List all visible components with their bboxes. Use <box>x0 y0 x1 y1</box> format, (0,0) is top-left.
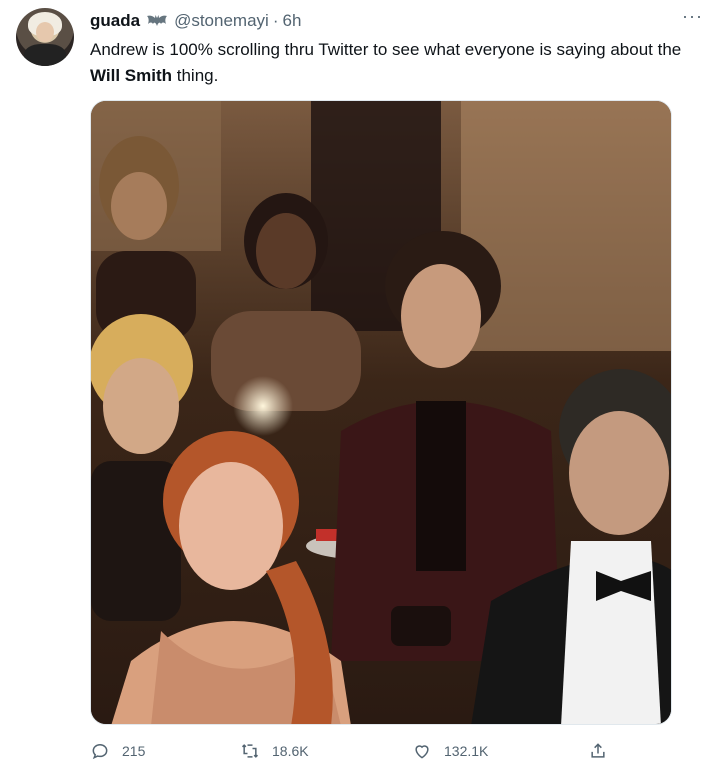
bat-emoji-icon <box>146 13 168 29</box>
reply-icon <box>92 743 108 760</box>
tweet-text-bold: Will Smith <box>90 66 173 85</box>
reply-count: 215 <box>122 743 146 759</box>
retweet-icon <box>241 744 259 758</box>
tweet-text-part: Andrew is 100% scrolling thru Twitter to… <box>90 40 682 59</box>
like-button[interactable]: 132.1K <box>412 736 488 766</box>
separator-dot: · <box>272 11 279 30</box>
retweet-count: 18.6K <box>272 743 309 759</box>
tweet-text-end: thing. <box>172 66 219 85</box>
display-name[interactable]: guada <box>90 11 140 31</box>
like-count: 132.1K <box>444 743 489 759</box>
heart-icon <box>415 745 429 759</box>
tweet-timestamp[interactable]: 6h <box>282 11 301 31</box>
avatar[interactable] <box>16 8 74 66</box>
avatar-body <box>24 44 66 66</box>
tweet-header: guada @stonemayi · 6h <box>90 10 301 32</box>
tweet-photo[interactable] <box>90 100 672 725</box>
reply-button[interactable]: 215 <box>90 736 145 766</box>
retweet-button[interactable]: 18.6K <box>240 736 309 766</box>
more-options-icon[interactable]: ··· <box>682 7 704 30</box>
tweet-actions: 215 18.6K 132.1K <box>90 736 630 766</box>
tweet-text: Andrew is 100% scrolling thru Twitter to… <box>90 37 710 89</box>
share-icon <box>591 743 605 758</box>
avatar-face <box>36 22 54 42</box>
user-handle[interactable]: @stonemayi <box>174 11 269 31</box>
share-button[interactable] <box>588 736 620 766</box>
